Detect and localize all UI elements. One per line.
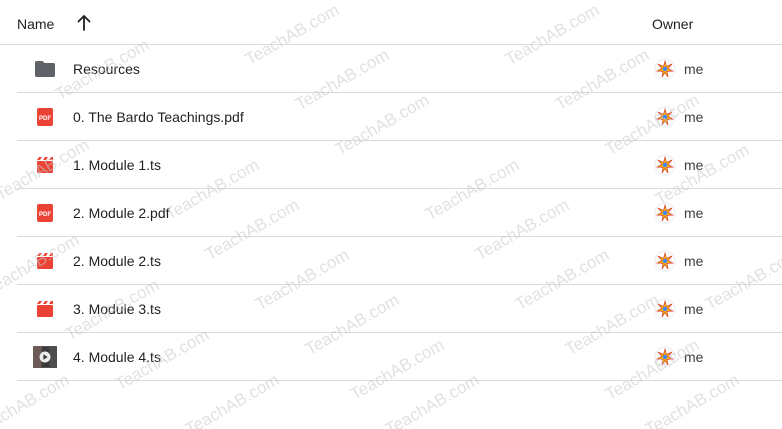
file-row-resources[interactable]: Resources me (17, 45, 782, 93)
owner-value: me (684, 61, 704, 77)
owner-value: me (684, 301, 704, 317)
file-row-module-1-ts[interactable]: 1. Module 1.ts me (17, 141, 782, 189)
avatar (654, 298, 676, 320)
name-column-header[interactable]: Name (17, 16, 54, 32)
video-clapper-icon (37, 157, 53, 173)
owner-value: me (684, 157, 704, 173)
file-list-header: Name Owner (0, 0, 782, 45)
file-name: 2. Module 2.ts (73, 253, 161, 269)
avatar (654, 58, 676, 80)
arrow-up-icon[interactable] (76, 14, 92, 32)
file-row-module-2-pdf[interactable]: PDF 2. Module 2.pdf me (17, 189, 782, 237)
file-name: 2. Module 2.pdf (73, 205, 170, 221)
owner-value: me (684, 349, 704, 365)
avatar (654, 346, 676, 368)
file-row-module-3-ts[interactable]: 3. Module 3.ts me (17, 285, 782, 333)
svg-text:PDF: PDF (39, 116, 51, 122)
file-row-module-4-ts[interactable]: 4. Module 4.ts me (17, 333, 782, 381)
avatar (654, 250, 676, 272)
folder-icon (35, 61, 55, 77)
avatar (654, 154, 676, 176)
file-name: 0. The Bardo Teachings.pdf (73, 109, 244, 125)
owner-value: me (684, 253, 704, 269)
owner-value: me (684, 205, 704, 221)
video-clapper-icon (37, 301, 53, 317)
owner-column-header[interactable]: Owner (652, 16, 693, 32)
file-name: 4. Module 4.ts (73, 349, 161, 365)
video-clapper-icon (37, 253, 53, 269)
avatar (654, 202, 676, 224)
pdf-icon: PDF (37, 204, 53, 222)
pdf-icon: PDF (37, 108, 53, 126)
owner-value: me (684, 109, 704, 125)
video-thumbnail-icon (33, 346, 57, 368)
file-name: Resources (73, 61, 140, 77)
file-name: 1. Module 1.ts (73, 157, 161, 173)
file-row-bardo-teachings-pdf[interactable]: PDF 0. The Bardo Teachings.pdf me (17, 93, 782, 141)
svg-text:PDF: PDF (39, 212, 51, 218)
file-row-module-2-ts[interactable]: 2. Module 2.ts me (17, 237, 782, 285)
file-name: 3. Module 3.ts (73, 301, 161, 317)
avatar (654, 106, 676, 128)
